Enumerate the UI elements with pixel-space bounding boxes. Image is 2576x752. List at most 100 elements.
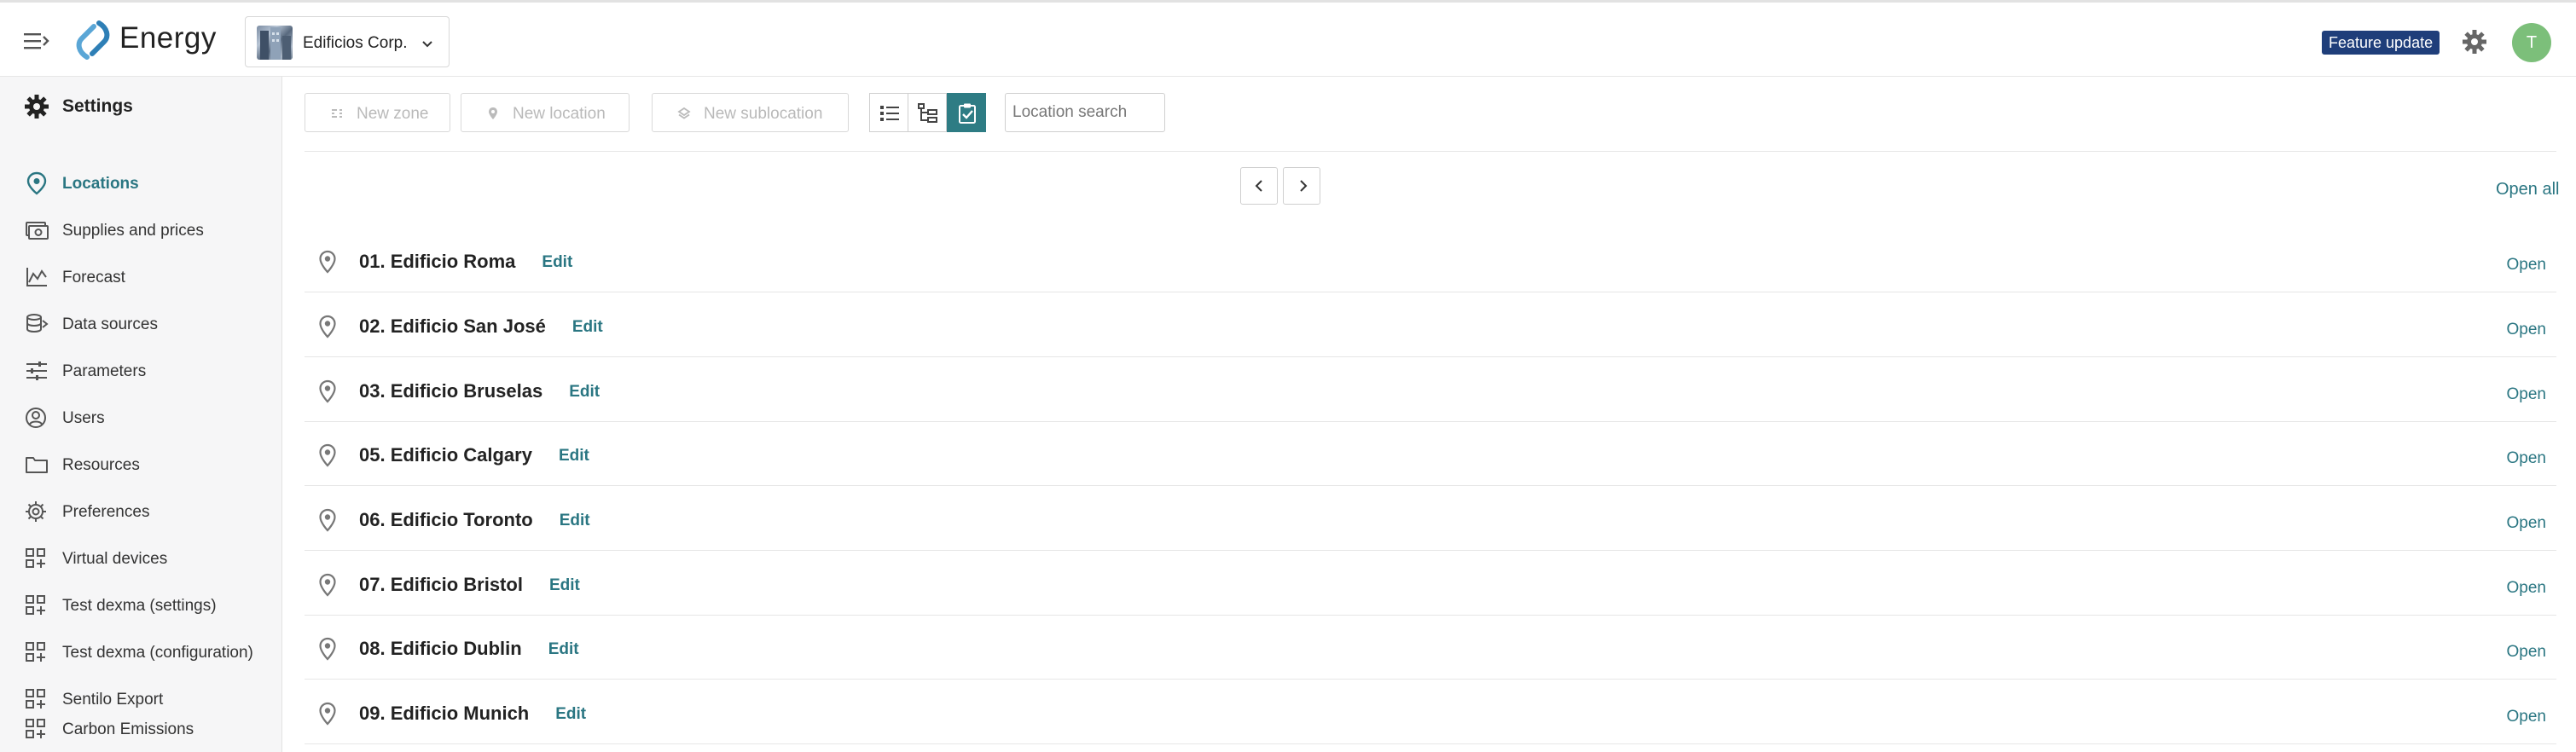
database-icon [26,314,49,333]
feature-update-badge[interactable]: Feature update [2322,31,2440,55]
chevron-right-icon [1300,180,1308,192]
money-icon [26,222,49,240]
location-name: 09. Edificio Munich [359,703,530,724]
open-location-link[interactable]: Open [2507,514,2546,533]
previous-page-button[interactable] [1240,167,1278,205]
map-pin-icon [489,107,497,119]
location-search-input[interactable] [1005,93,1165,132]
sidebar-item-resources[interactable]: Resources [0,443,282,486]
tree-icon [918,103,937,123]
open-location-link[interactable]: Open [2507,643,2546,662]
folder-icon [26,457,48,473]
user-circle-icon [26,408,46,428]
zone-icon [332,109,342,118]
edit-location-link[interactable]: Edit [569,383,600,401]
sidebar-item-virtual-devices[interactable]: Virtual devices [0,537,282,580]
locations-panel: New zone New location New sublocation Lo… [283,77,2576,752]
brand-name: Energy [119,21,217,55]
edit-location-link[interactable]: Edit [560,512,590,529]
tree-view-button[interactable] [908,93,947,132]
next-page-button[interactable] [1283,167,1320,205]
settings-sidebar: Settings Locations Supplies and prices F… [0,77,282,752]
sidebar-item-label: Forecast [62,269,125,286]
open-location-link[interactable]: Open [2507,385,2546,404]
sidebar-item-users[interactable]: Users [0,396,282,439]
map-pin-icon [319,315,336,338]
sidebar-item-supplies-and-prices[interactable]: Supplies and prices [0,209,282,252]
sidebar-item-label: Test dexma (configuration) [62,644,253,662]
open-all-link[interactable]: Open all [2496,180,2560,200]
toolbar-divider [305,151,2556,152]
location-row: 05. Edificio Calgary Edit Open [305,422,2556,486]
apps-icon [26,719,45,738]
sidebar-item-forecast[interactable]: Forecast [0,256,282,298]
gear-icon[interactable] [2462,29,2487,55]
clipboard-check-icon [959,103,976,124]
sidebar-item-label: Locations [62,175,139,193]
sidebar-item-label: Resources [62,456,140,474]
map-pin-icon [319,637,336,661]
edit-location-link[interactable]: Edit [542,253,572,271]
open-location-link[interactable]: Open [2507,708,2546,726]
sidebar-item-label: Users [62,409,105,427]
checklist-view-button[interactable] [947,93,986,132]
edit-location-link[interactable]: Edit [572,318,603,336]
edit-location-link[interactable]: Edit [555,705,586,723]
sidebar-item-parameters[interactable]: Parameters [0,350,282,392]
organization-selector[interactable]: Edificios Corp. [245,16,450,67]
open-location-link[interactable]: Open [2507,256,2546,275]
sidebar-item-test-dexma-settings[interactable]: Test dexma (settings) [0,584,282,627]
list-icon [880,106,899,121]
edit-location-link[interactable]: Edit [549,576,580,594]
new-location-label: New location [513,105,606,123]
map-pin-icon [319,508,336,532]
location-row: 03. Edificio Bruselas Edit Open [305,358,2556,422]
location-name: 06. Edificio Toronto [359,509,533,530]
open-location-link[interactable]: Open [2507,321,2546,339]
user-avatar[interactable]: T [2512,23,2551,62]
open-location-link[interactable]: Open [2507,449,2546,468]
location-name: 02. Edificio San José [359,315,546,337]
sidebar-item-preferences[interactable]: Preferences [0,490,282,533]
list-view-button[interactable] [869,93,908,132]
location-row: 02. Edificio San José Edit Open [305,293,2556,357]
sidebar-item-label: Supplies and prices [62,222,204,240]
edit-location-link[interactable]: Edit [559,447,589,465]
sidebar-item-locations[interactable]: Locations [0,162,282,205]
map-pin-icon [319,443,336,467]
location-name: 05. Edificio Calgary [359,444,532,466]
sidebar-item-label: Preferences [62,503,150,521]
sidebar-item-label: Virtual devices [62,550,168,568]
new-zone-button[interactable]: New zone [305,93,450,132]
chevron-down-icon [422,41,432,48]
edit-location-link[interactable]: Edit [548,640,579,658]
sidebar-item-data-sources[interactable]: Data sources [0,303,282,345]
sidebar-item-label: Parameters [62,362,147,380]
map-pin-icon [319,573,336,597]
location-row: 01. Edificio Roma Edit Open [305,228,2556,292]
new-sublocation-button[interactable]: New sublocation [652,93,849,132]
sidebar-item-label: Sentilo Export [62,691,164,709]
logo-icon [76,20,110,60]
new-sublocation-label: New sublocation [704,105,823,123]
sidebar-item-carbon-emissions[interactable]: Carbon Emissions [0,708,282,750]
apps-icon [26,548,45,568]
gear-icon [25,95,49,119]
map-pin-icon [26,171,47,195]
location-name: 01. Edificio Roma [359,251,516,272]
location-name: 08. Edificio Dublin [359,638,522,659]
sidebar-item-label: Data sources [62,315,158,333]
new-zone-label: New zone [357,105,429,123]
chevron-left-icon [1255,180,1262,192]
apps-icon [26,642,45,662]
gear-icon [26,501,46,522]
sidebar-item-label: Test dexma (settings) [62,597,217,615]
new-location-button[interactable]: New location [461,93,629,132]
hamburger-icon[interactable] [22,28,51,54]
location-row: 09. Edificio Munich Edit Open [305,680,2556,744]
apps-icon [26,595,45,615]
location-row: 07. Edificio Bristol Edit Open [305,552,2556,616]
location-name: 07. Edificio Bristol [359,574,523,595]
sidebar-item-test-dexma-configuration[interactable]: Test dexma (configuration) [0,631,282,674]
open-location-link[interactable]: Open [2507,579,2546,598]
